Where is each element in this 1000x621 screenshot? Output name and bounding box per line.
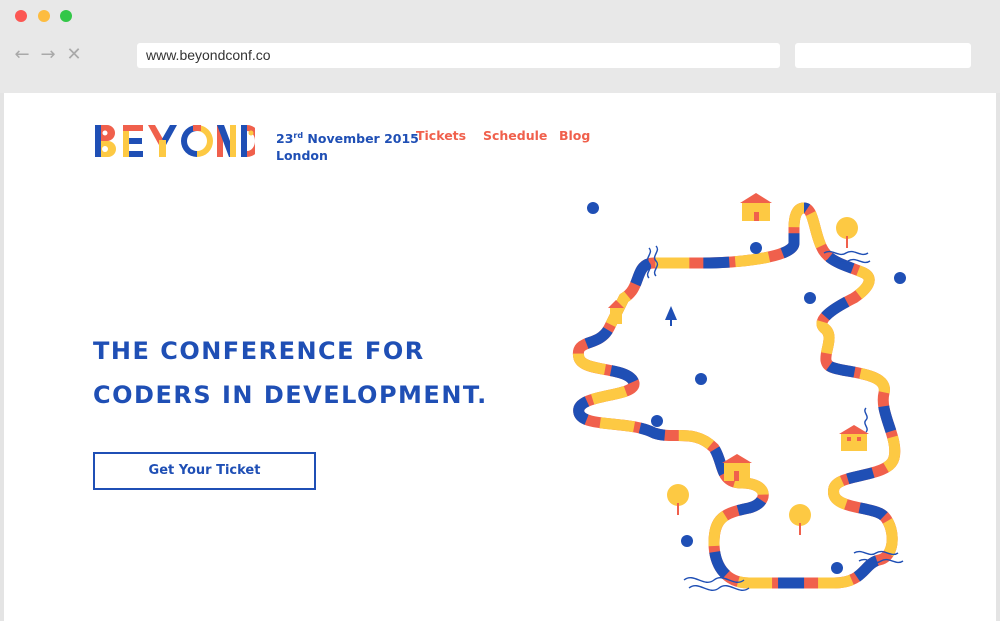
event-date: 23rd November 2015 (276, 131, 419, 147)
logo-letter-o (181, 125, 213, 157)
browser-toolbar: ← → ✕ www.beyondconf.co (0, 0, 1000, 93)
event-info: 23rd November 2015 London (276, 127, 419, 164)
forward-arrow-icon[interactable]: → (37, 44, 59, 66)
house-icon (740, 193, 772, 221)
beyond-logo[interactable] (93, 123, 255, 159)
logo-letter-e (123, 125, 143, 157)
logo-letter-y (148, 125, 177, 157)
pine-tree-icon (665, 306, 677, 326)
web-page: 23rd November 2015 London Tickets Schedu… (4, 93, 996, 621)
back-arrow-icon[interactable]: ← (11, 44, 33, 66)
close-icon[interactable]: ✕ (63, 44, 85, 66)
browser-window: ← → ✕ www.beyondconf.co 23rd November 20… (0, 0, 1000, 621)
road-path (578, 208, 894, 583)
logo-letter-d (241, 125, 255, 157)
hero-headline-line-2: CODERS IN DEVELOPMENT. (93, 381, 488, 409)
tree-icon (667, 484, 689, 515)
nav-tickets-link[interactable]: Tickets (416, 127, 466, 144)
search-field[interactable] (795, 43, 971, 68)
hero-headline-line-1: THE CONFERENCE FOR (93, 337, 425, 365)
maximize-window-button[interactable] (60, 10, 72, 22)
nav-blog-link[interactable]: Blog (559, 127, 590, 144)
house-icon (839, 425, 869, 451)
road-map-illustration (564, 193, 906, 591)
hero-headline: THE CONFERENCE FOR CODERS IN DEVELOPMENT… (93, 329, 513, 417)
logo-letter-b (95, 125, 116, 157)
minimize-window-button[interactable] (38, 10, 50, 22)
tree-icon (789, 504, 811, 535)
tree-icon (836, 217, 858, 248)
get-ticket-button[interactable]: Get Your Ticket (93, 452, 316, 490)
house-icon (722, 454, 752, 481)
address-bar[interactable]: www.beyondconf.co (137, 43, 780, 68)
close-window-button[interactable] (15, 10, 27, 22)
logo-letter-n (217, 125, 236, 157)
event-location: London (276, 148, 328, 164)
nav-schedule-link[interactable]: Schedule (483, 127, 547, 144)
